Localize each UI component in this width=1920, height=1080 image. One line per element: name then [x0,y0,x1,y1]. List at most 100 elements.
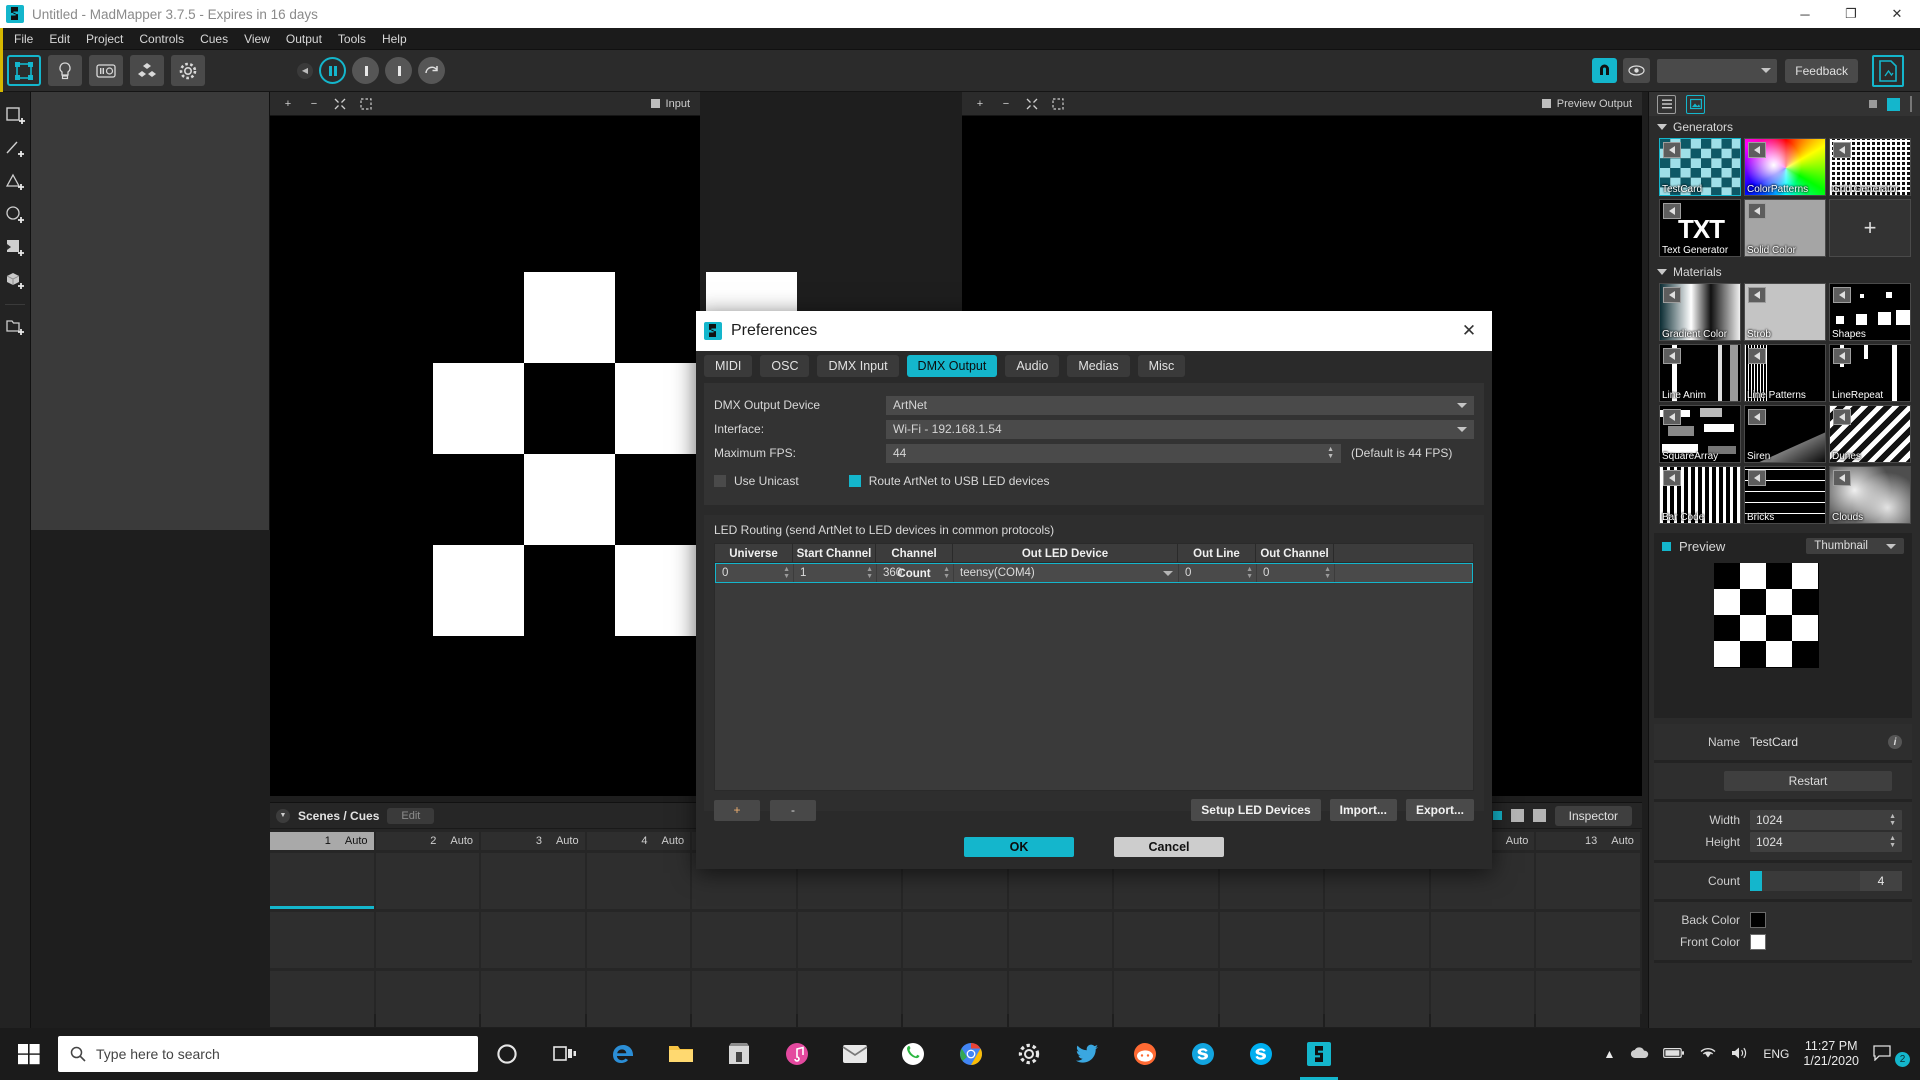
madmapper-icon[interactable] [1290,1028,1348,1080]
cell-out-channel[interactable]: 0 ▲ ▼ [1257,564,1335,582]
store-icon[interactable] [710,1028,768,1080]
interface-select[interactable]: Wi-Fi - 192.168.1.54 [886,419,1474,439]
wifi-icon[interactable] [1699,1046,1717,1062]
maximize-button[interactable]: ❐ [1828,0,1874,28]
play-button[interactable] [1663,142,1681,158]
cell-out-led-device[interactable]: teensy(COM4) [954,564,1179,582]
column-header-out-line[interactable]: Out Line [1178,544,1256,562]
start-button[interactable] [0,1028,58,1080]
inspector-button[interactable]: Inspector [1554,805,1632,826]
mail-icon[interactable] [826,1028,884,1080]
height-input[interactable]: 1024 ▲ ▼ [1750,832,1902,852]
minimize-button[interactable]: ─ [1782,0,1828,28]
add-rect-surface-icon[interactable] [0,100,31,133]
use-unicast-checkbox[interactable] [714,475,726,487]
cue-cell[interactable] [1325,971,1429,1027]
stepper[interactable]: ▲ ▼ [783,566,790,580]
pause-button[interactable] [319,57,346,84]
cue-cell[interactable] [586,912,691,968]
cell-universe[interactable]: 0 ▲ ▼ [716,564,794,582]
media-item-strob[interactable]: Strob [1744,283,1826,341]
front-color-swatch[interactable] [1750,934,1766,950]
add-circle-surface-icon[interactable] [0,199,31,232]
volume-icon[interactable] [1731,1046,1749,1063]
language-indicator[interactable]: ENG [1763,1047,1789,1061]
media-item-solid-color[interactable]: Solid Color [1744,199,1826,257]
fit-icon[interactable] [332,96,348,112]
replay-button[interactable] [418,57,445,84]
tab-misc[interactable]: Misc [1137,354,1186,377]
column-header-out-channel[interactable]: Out Channel [1256,544,1334,562]
prev-button[interactable] [352,57,379,84]
media-item-clouds[interactable]: Clouds [1829,466,1911,524]
close-button[interactable]: ✕ [1874,0,1920,28]
cue-cell[interactable] [481,971,585,1027]
cue-cell[interactable] [1430,971,1535,1027]
input-canvas[interactable] [270,116,797,796]
fit-icon-out[interactable] [1024,96,1040,112]
tab-dmx-output[interactable]: DMX Output [906,354,998,377]
add-routing-button[interactable]: + [714,799,760,821]
cue-cell[interactable] [797,912,902,968]
add-line-surface-icon[interactable] [0,133,31,166]
menu-item-edit[interactable]: Edit [41,30,78,48]
media-item-bricks[interactable]: Bricks [1744,466,1826,524]
feedback-button[interactable]: Feedback [1785,58,1858,83]
width-stepper[interactable]: ▲ ▼ [1889,813,1896,827]
cue-cell[interactable] [270,853,374,909]
media-item-add[interactable]: + [1829,199,1911,257]
play-button[interactable] [1663,287,1681,303]
tray-expand-icon[interactable]: ▲ [1603,1047,1615,1061]
fixtures-tool-button[interactable] [48,55,82,86]
remove-routing-button[interactable]: - [770,799,816,821]
cue-cell[interactable] [1114,971,1218,1027]
export-button[interactable]: Export... [1405,799,1474,821]
cue-cell[interactable] [1325,912,1429,968]
tab-dmx-input[interactable]: DMX Input [817,354,899,377]
dmx-output-device-select[interactable]: ArtNet [886,395,1474,415]
media-item-gradient-color[interactable]: Gradient Color [1659,283,1741,341]
restart-button[interactable]: Restart [1724,771,1892,791]
select-area-icon[interactable] [358,96,374,112]
cell-out-line[interactable]: 0 ▲ ▼ [1179,564,1257,582]
media-large-view-icon[interactable] [1887,97,1900,111]
cue-header-1[interactable]: 1 Auto [270,832,374,850]
tab-midi[interactable]: MIDI [704,354,753,377]
taskbar-search-input[interactable]: Type here to search [58,1036,478,1072]
info-icon[interactable]: i [1888,735,1902,749]
media-section-materials[interactable]: Materials [1649,261,1920,283]
menu-item-help[interactable]: Help [374,30,415,48]
max-fps-input[interactable]: 44 ▲ ▼ [886,443,1341,463]
tab-osc[interactable]: OSC [760,354,810,377]
zoom-out-icon-out[interactable]: − [998,96,1014,112]
cue-header-3[interactable]: 3 Auto [481,832,585,850]
table-row[interactable]: 0 ▲ ▼ 1 ▲ ▼ 360 ▲ ▼ teensy(COM4) 0 ▲ ▼ 0 ▲ ▼ [715,563,1473,583]
cue-header-13[interactable]: 13 Auto [1536,832,1640,850]
media-item-text-generator[interactable]: TXT Text Generator [1659,199,1741,257]
cue-cell[interactable] [481,912,585,968]
twitter-icon[interactable] [1058,1028,1116,1080]
media-item-linerepeat[interactable]: LineRepeat [1829,344,1911,402]
count-slider[interactable]: 4 [1750,871,1902,891]
cell-start-channel[interactable]: 1 ▲ ▼ [794,564,877,582]
cue-cell[interactable] [586,853,691,909]
task-view-icon[interactable] [536,1028,594,1080]
play-button[interactable] [1833,348,1851,364]
cue-cell[interactable] [1114,912,1218,968]
width-input[interactable]: 1024 ▲ ▼ [1750,810,1902,830]
menu-item-file[interactable]: File [6,30,41,48]
skype-icon[interactable] [1174,1028,1232,1080]
preview-eye-button[interactable] [1623,58,1651,83]
add-mask-surface-icon[interactable] [0,232,31,265]
cue-cell[interactable] [375,912,480,968]
cue-cell[interactable] [1219,912,1324,968]
column-header-channel-count[interactable]: Channel Count [876,544,953,580]
skype2-icon[interactable] [1232,1028,1290,1080]
scene-toggle-a-icon[interactable] [1510,809,1524,822]
document-button[interactable] [1872,54,1904,87]
settings-tool-button[interactable] [171,55,205,86]
add-triangle-surface-icon[interactable] [0,166,31,199]
cue-cell[interactable] [1536,971,1640,1027]
column-header-universe[interactable]: Universe [715,544,793,562]
next-button[interactable] [385,57,412,84]
